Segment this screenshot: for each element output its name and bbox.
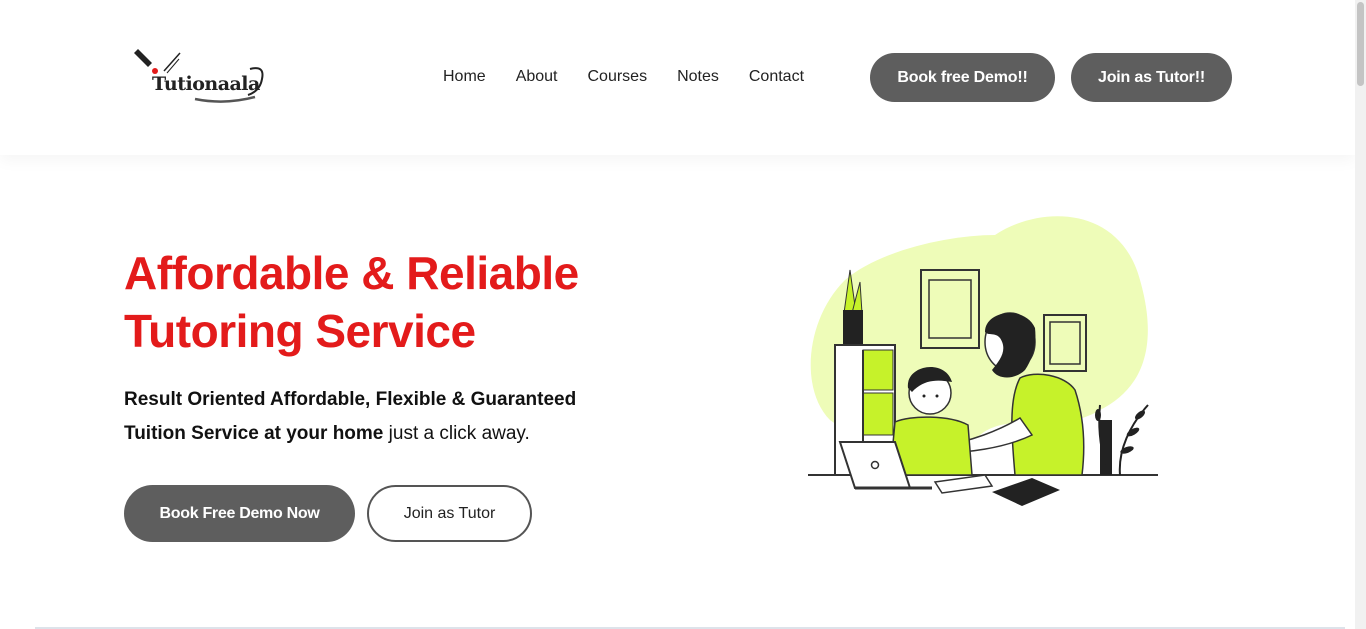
nav-courses[interactable]: Courses	[588, 67, 648, 87]
hero-subtitle-bold-1: Result Oriented Affordable, Flexible & G…	[124, 389, 577, 410]
book-free-demo-now-button[interactable]: Book Free Demo Now	[124, 485, 355, 542]
scrollbar-thumb[interactable]	[1357, 2, 1364, 86]
hero-title: Affordable & Reliable Tutoring Service	[124, 244, 684, 360]
main-nav: Home About Courses Notes Contact	[443, 67, 804, 87]
hero-subtitle: Result Oriented Affordable, Flexible & G…	[124, 383, 644, 451]
hero-title-line-2: Tutoring Service	[124, 305, 476, 357]
book-free-demo-button[interactable]: Book free Demo!!	[870, 53, 1055, 102]
join-as-tutor-outline-button[interactable]: Join as Tutor	[367, 485, 532, 542]
hero-title-line-1: Affordable & Reliable	[124, 247, 579, 299]
nav-contact[interactable]: Contact	[749, 67, 804, 87]
hero-section: Affordable & Reliable Tutoring Service R…	[0, 155, 1355, 629]
nav-about[interactable]: About	[516, 67, 558, 87]
hero-subtitle-bold-2: Tuition Service at your home	[124, 423, 384, 444]
site-logo[interactable]: Tutionaala	[130, 47, 275, 109]
page-scrollbar[interactable]	[1355, 0, 1366, 629]
nav-home[interactable]: Home	[443, 67, 486, 87]
join-as-tutor-button[interactable]: Join as Tutor!!	[1071, 53, 1232, 102]
nav-notes[interactable]: Notes	[677, 67, 719, 87]
logo-text: Tutionaala	[152, 73, 260, 95]
site-header: Tutionaala Home About Courses Notes Cont…	[0, 0, 1355, 155]
tutoring-illustration	[808, 216, 1158, 506]
hero-subtitle-normal: just a click away.	[383, 423, 530, 444]
